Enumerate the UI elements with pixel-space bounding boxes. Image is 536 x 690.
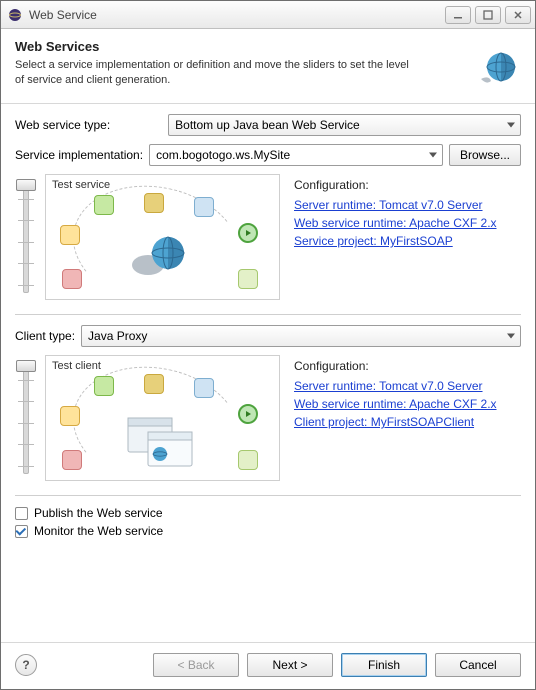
service-project-link[interactable]: Service project: MyFirstSOAP <box>294 234 521 248</box>
module-icon <box>60 406 80 426</box>
service-type-value: Bottom up Java bean Web Service <box>175 118 360 132</box>
monitor-checkbox[interactable] <box>15 525 28 538</box>
client-level-slider[interactable] <box>15 358 37 478</box>
client-project-link[interactable]: Client project: MyFirstSOAPClient <box>294 415 521 429</box>
doc-icon <box>194 197 214 217</box>
doc-icon <box>194 378 214 398</box>
wizard-footer: ? < Back Next > Finish Cancel <box>1 642 535 689</box>
publish-label: Publish the Web service <box>34 506 163 520</box>
back-button[interactable]: < Back <box>153 653 239 677</box>
cancel-button[interactable]: Cancel <box>435 653 521 677</box>
file-icon <box>238 450 258 470</box>
page-title: Web Services <box>15 39 415 54</box>
eclipse-icon <box>7 7 23 23</box>
service-ws-runtime-link[interactable]: Web service runtime: Apache CXF 2.x <box>294 216 521 230</box>
web-service-banner-icon <box>467 39 521 93</box>
service-server-runtime-link[interactable]: Server runtime: Tomcat v7.0 Server <box>294 198 521 212</box>
maximize-button[interactable] <box>475 6 501 24</box>
publish-checkbox[interactable] <box>15 507 28 520</box>
minimize-button[interactable] <box>445 6 471 24</box>
play-icon <box>238 223 258 243</box>
module-icon <box>60 225 80 245</box>
monitor-label: Monitor the Web service <box>34 524 163 538</box>
service-preview: Test service <box>45 174 280 300</box>
wizard-header: Web Services Select a service implementa… <box>1 29 535 104</box>
next-button[interactable]: Next > <box>247 653 333 677</box>
close-button[interactable] <box>505 6 531 24</box>
service-type-combo[interactable]: Bottom up Java bean Web Service <box>168 114 521 136</box>
service-impl-label: Service implementation: <box>15 148 143 162</box>
finish-button[interactable]: Finish <box>341 653 427 677</box>
client-type-value: Java Proxy <box>88 329 147 343</box>
wizard-body: Web service type: Bottom up Java bean We… <box>1 104 535 642</box>
service-impl-value: com.bogotogo.ws.MySite <box>156 148 290 162</box>
section-separator <box>15 495 521 496</box>
service-impl-combo[interactable]: com.bogotogo.ws.MySite <box>149 144 443 166</box>
service-config-label: Configuration: <box>294 178 521 192</box>
client-type-combo[interactable]: Java Proxy <box>81 325 521 347</box>
wsdl-icon <box>94 195 114 215</box>
section-separator <box>15 314 521 315</box>
server-icon <box>62 450 82 470</box>
chevron-down-icon <box>507 334 515 339</box>
file-icon <box>238 269 258 289</box>
globe-icon <box>130 231 190 281</box>
page-description: Select a service implementation or defin… <box>15 58 415 88</box>
help-button[interactable]: ? <box>15 654 37 676</box>
gear-icon <box>144 193 164 213</box>
client-type-label: Client type: <box>15 329 75 343</box>
browse-button[interactable]: Browse... <box>449 144 521 166</box>
client-preview: Test client <box>45 355 280 481</box>
window-title: Web Service <box>29 8 445 22</box>
chevron-down-icon <box>507 123 515 128</box>
chevron-down-icon <box>429 153 437 158</box>
service-type-label: Web service type: <box>15 118 110 132</box>
client-ws-runtime-link[interactable]: Web service runtime: Apache CXF 2.x <box>294 397 521 411</box>
client-server-runtime-link[interactable]: Server runtime: Tomcat v7.0 Server <box>294 379 521 393</box>
server-icon <box>62 269 82 289</box>
browser-windows-icon <box>122 414 202 470</box>
gear-icon <box>144 374 164 394</box>
play-icon <box>238 404 258 424</box>
service-level-slider[interactable] <box>15 177 37 297</box>
wsdl-icon <box>94 376 114 396</box>
client-config-label: Configuration: <box>294 359 521 373</box>
titlebar: Web Service <box>1 1 535 29</box>
